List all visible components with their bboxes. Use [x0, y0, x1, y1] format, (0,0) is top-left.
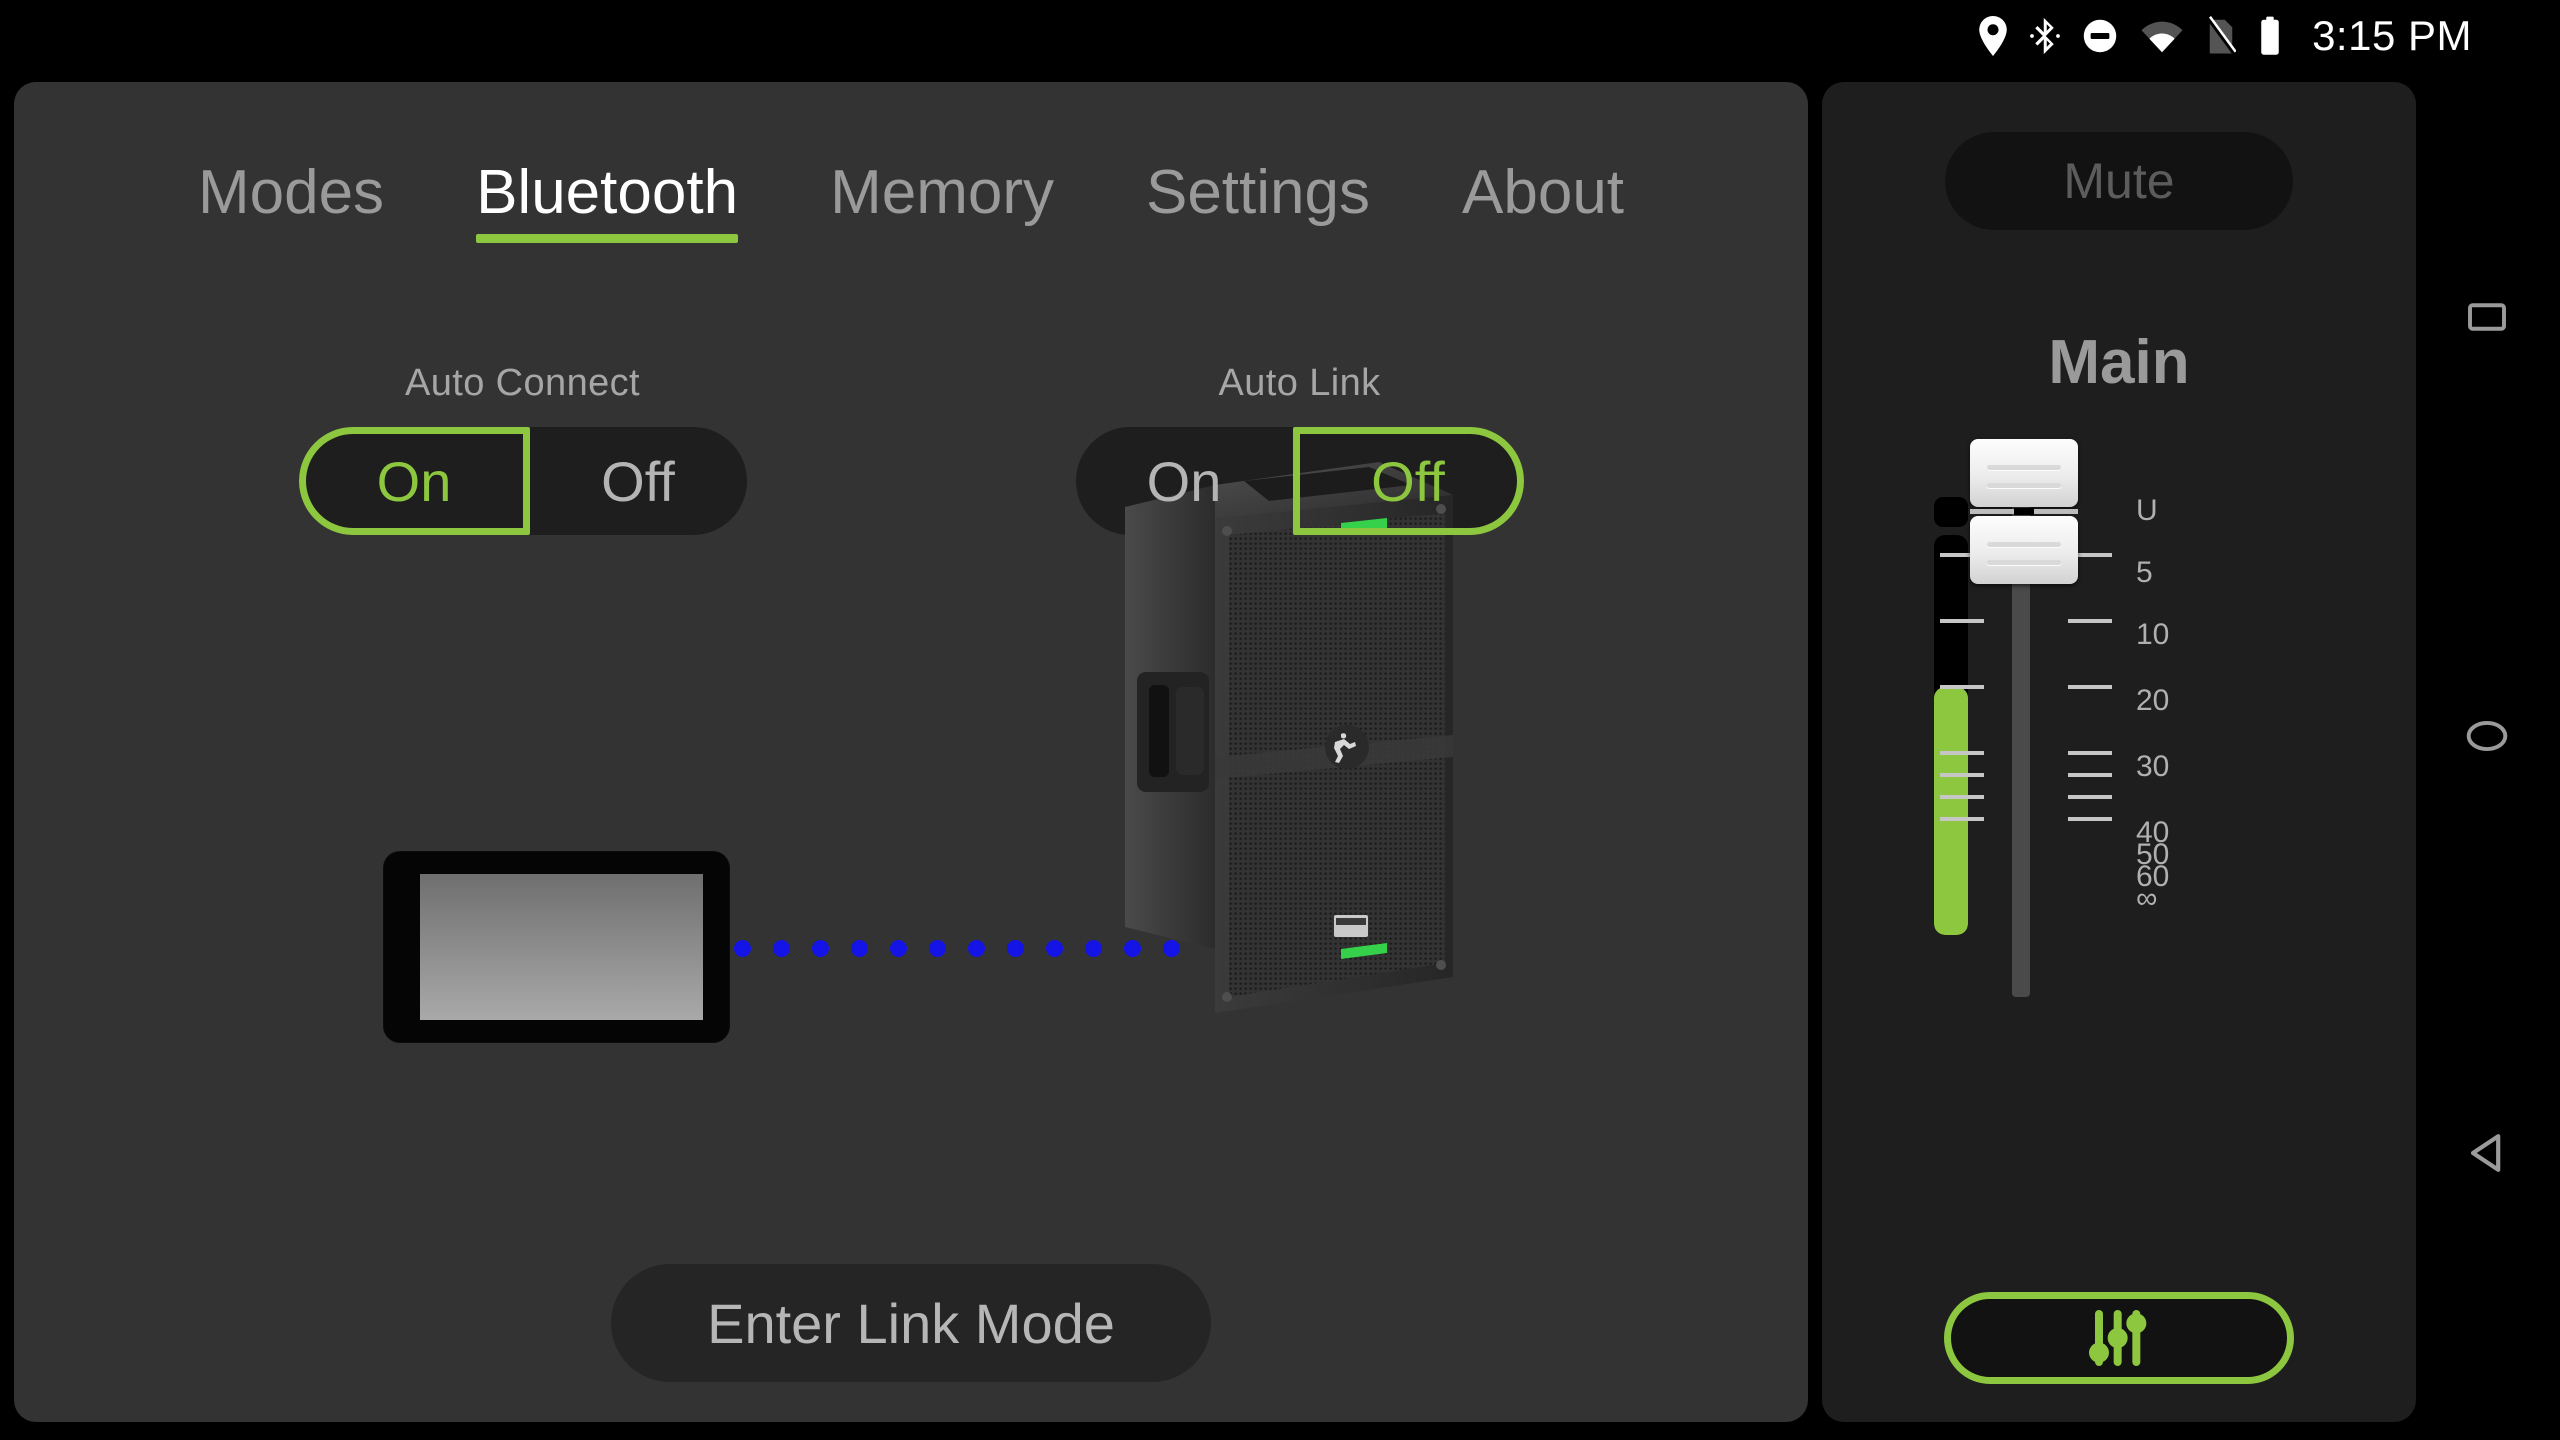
recents-icon	[2468, 303, 2506, 331]
fader-tick	[1940, 795, 1984, 799]
auto-link-off-button[interactable]: Off	[1292, 427, 1524, 535]
eq-sliders-button[interactable]	[1944, 1292, 2294, 1384]
no-sim-icon	[2206, 16, 2237, 55]
home-button[interactable]	[2464, 719, 2510, 753]
channel-name: Main	[2048, 328, 2190, 397]
tab-modes[interactable]: Modes	[152, 158, 430, 227]
fader-tick	[2068, 773, 2112, 777]
auto-connect-group: Auto Connect On Off	[298, 362, 747, 535]
powered-speaker	[1125, 462, 1453, 1013]
tablet-device	[384, 852, 729, 1042]
channel-strip-panel: Mute Main U 5 10 20 30 40 50 60 ∞	[1822, 82, 2416, 1422]
fader-tick	[1940, 751, 1984, 755]
fader-grip-line	[1987, 465, 2061, 470]
active-tab-underline	[476, 233, 739, 243]
app-screen: 3:15 PM Modes Bluetooth Memory Settings …	[0, 0, 2560, 1440]
auto-connect-label: Auto Connect	[404, 362, 641, 404]
auto-link-group: Auto Link On Off	[1075, 362, 1524, 535]
tab-bluetooth-label: Bluetooth	[476, 158, 739, 227]
tab-settings[interactable]: Settings	[1100, 158, 1416, 227]
link-dot	[812, 940, 829, 957]
scale-label-5: 5	[2136, 556, 2153, 589]
auto-connect-on-button[interactable]: On	[298, 427, 530, 535]
back-button[interactable]	[2466, 1132, 2508, 1174]
do-not-disturb-icon	[2083, 19, 2117, 53]
link-dot	[929, 940, 946, 957]
link-dot	[1085, 940, 1102, 957]
fader-grip-line	[1987, 560, 2061, 565]
tab-bar: Modes Bluetooth Memory Settings About	[14, 158, 1808, 243]
link-dot	[968, 940, 985, 957]
enter-link-mode-button[interactable]: Enter Link Mode	[611, 1264, 1211, 1382]
home-icon	[2466, 720, 2508, 752]
link-dot	[1007, 940, 1024, 957]
scale-label-20: 20	[2136, 684, 2170, 717]
auto-link-segmented-control: On Off	[1075, 427, 1524, 535]
fader-grip-line	[1987, 483, 2061, 488]
scale-label-30: 30	[2136, 750, 2170, 783]
link-dot	[890, 940, 907, 957]
auto-connect-segmented-control: On Off	[298, 427, 747, 535]
battery-icon	[2261, 16, 2279, 55]
fader-tick	[2068, 751, 2112, 755]
tablet-screen	[420, 874, 703, 1020]
link-dot	[851, 940, 868, 957]
mute-button[interactable]: Mute	[1945, 132, 2293, 230]
tab-about-label: About	[1462, 158, 1625, 227]
fader-tick	[2068, 619, 2112, 623]
link-dot	[1046, 940, 1063, 957]
fader-tick	[2068, 685, 2112, 689]
auto-connect-off-button[interactable]: Off	[530, 427, 747, 535]
android-navigation-bar	[2414, 82, 2560, 1440]
fader-scale: U 5 10 20 30 40 50 60 ∞	[2122, 477, 2252, 1037]
auto-link-on-label: On	[1146, 449, 1222, 513]
location-icon	[1979, 16, 2007, 56]
toggle-row: Auto Connect On Off Auto Link On Off	[14, 362, 1808, 535]
scale-label-inf: ∞	[2136, 882, 2158, 915]
tab-settings-label: Settings	[1145, 158, 1370, 227]
fader-position-indicator	[1970, 508, 2078, 515]
fader-grip-line	[1987, 542, 2061, 547]
tab-memory[interactable]: Memory	[784, 158, 1100, 227]
status-bar: 3:15 PM	[0, 0, 2560, 72]
recents-button[interactable]	[2467, 300, 2507, 334]
scale-label-u: U	[2136, 494, 2158, 527]
back-icon	[2470, 1134, 2501, 1172]
fader-handle-upper[interactable]	[1970, 439, 2078, 507]
fader-tick	[2068, 817, 2112, 821]
link-dot	[734, 940, 751, 957]
connection-illustration	[14, 462, 1808, 1252]
wifi-icon	[2141, 21, 2183, 53]
tab-memory-label: Memory	[830, 158, 1054, 227]
auto-link-off-label: Off	[1371, 449, 1445, 513]
auto-link-on-button[interactable]: On	[1076, 427, 1293, 535]
tab-about[interactable]: About	[1416, 158, 1670, 227]
auto-connect-on-label: On	[376, 449, 452, 513]
tab-modes-label: Modes	[197, 158, 385, 227]
tab-bluetooth[interactable]: Bluetooth	[430, 158, 784, 243]
fader-tick	[1940, 685, 1984, 689]
fader-tick	[1940, 817, 1984, 821]
fader-handle-lower[interactable]	[1970, 516, 2078, 584]
enter-link-mode-label: Enter Link Mode	[707, 1291, 1115, 1355]
main-panel: Modes Bluetooth Memory Settings About Au…	[14, 82, 1808, 1422]
scale-label-10: 10	[2136, 618, 2170, 651]
bluetooth-icon	[2030, 17, 2060, 55]
fader-tick	[1940, 773, 1984, 777]
auto-link-label: Auto Link	[1218, 362, 1381, 404]
link-dot	[773, 940, 790, 957]
fader-tick	[2068, 795, 2112, 799]
fader-tick	[1940, 619, 1984, 623]
fader-area: U 5 10 20 30 40 50 60 ∞	[1822, 439, 2416, 1277]
auto-connect-off-label: Off	[601, 449, 675, 513]
status-bar-clock: 3:15 PM	[2312, 12, 2472, 59]
sliders-icon	[2089, 1310, 2147, 1366]
mute-button-label: Mute	[2063, 153, 2175, 209]
